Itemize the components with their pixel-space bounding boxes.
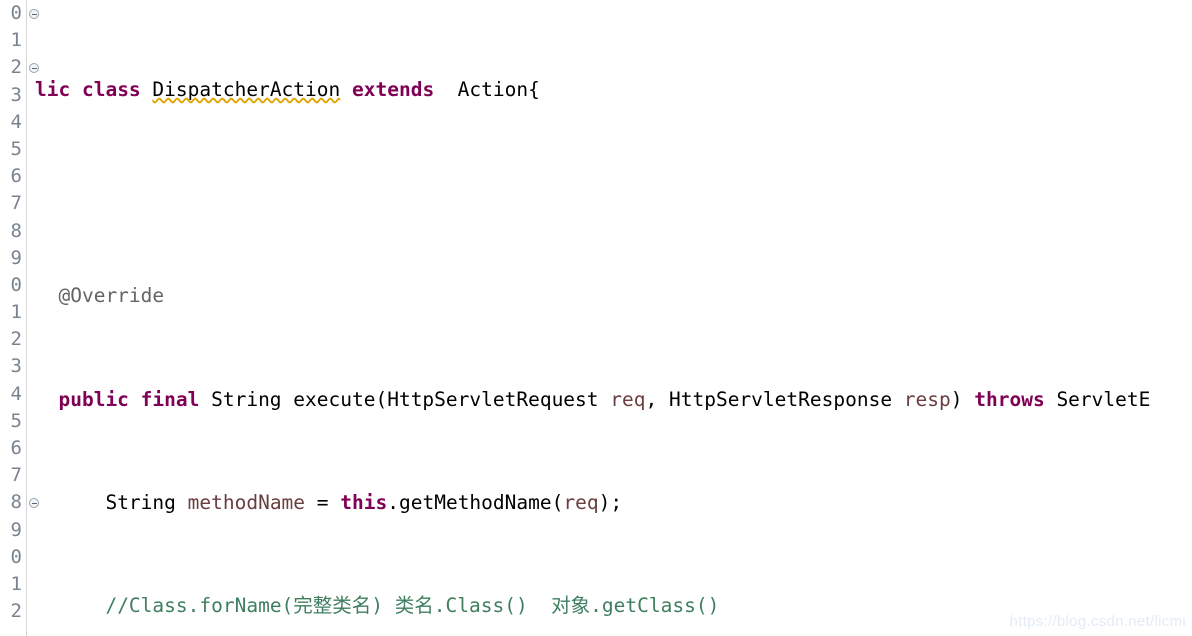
gutter-row[interactable]: 5 <box>0 136 26 163</box>
gutter-row[interactable]: 0 <box>0 0 39 27</box>
gutter-row[interactable]: 8 <box>0 218 26 245</box>
line-number-gutter[interactable]: 0 1 2 3 4 5 6 7 8 9 0 1 2 3 4 5 6 7 8 9 … <box>0 0 39 636</box>
code-line[interactable]: String methodName = this.getMethodName(r… <box>27 489 1192 516</box>
gutter-row[interactable]: 0 <box>0 272 26 299</box>
code-line[interactable]: //Class.forName(完整类名) 类名.Class() 对象.getC… <box>27 592 1192 619</box>
line-number: 6 <box>10 165 22 188</box>
gutter-row[interactable]: 9 <box>0 245 26 272</box>
token-annotation: @Override <box>58 284 165 308</box>
line-number: 2 <box>10 56 22 79</box>
token-keyword: throws <box>974 387 1045 411</box>
token-plain: ) <box>950 387 975 411</box>
fold-collapse-icon[interactable] <box>29 9 39 19</box>
token-plain: String execute(HttpServletRequest <box>211 387 611 411</box>
line-number: 1 <box>10 29 22 52</box>
gutter-row[interactable]: 3 <box>0 353 26 380</box>
line-number: 9 <box>10 246 22 269</box>
token-plain: ServletE <box>1044 387 1151 411</box>
line-number: 0 <box>10 2 22 24</box>
line-number: 2 <box>10 600 22 623</box>
line-number: 8 <box>10 219 22 242</box>
token-plain: , HttpServletResponse <box>645 387 904 411</box>
gutter-row[interactable]: 7 <box>0 462 26 489</box>
token-type-name: DispatcherAction <box>152 78 341 101</box>
gutter-row[interactable]: 4 <box>0 381 26 408</box>
gutter-row[interactable]: 4 <box>0 109 26 136</box>
code-line[interactable]: @Override <box>27 282 1192 309</box>
code-line[interactable] <box>27 179 1192 206</box>
line-number: 7 <box>10 192 22 215</box>
gutter-row[interactable]: 9 <box>0 517 26 544</box>
line-number: 5 <box>10 137 22 160</box>
gutter-row[interactable]: 6 <box>0 163 26 190</box>
code-line[interactable]: lic class DispatcherAction extends Actio… <box>27 76 1192 103</box>
gutter-row[interactable]: 3 <box>0 82 26 109</box>
gutter-row[interactable]: 2 <box>0 54 39 81</box>
gutter-row[interactable]: 5 <box>0 408 26 435</box>
line-number: 1 <box>10 301 22 324</box>
gutter-row[interactable]: 2 <box>0 326 26 353</box>
token-plain: Action{ <box>445 78 540 101</box>
gutter-row[interactable]: 8 <box>0 489 39 516</box>
token-comment: //Class.forName(完整类名) 类名.Class() 对象.getC… <box>105 593 720 617</box>
code-line[interactable]: public final String execute(HttpServletR… <box>27 386 1192 413</box>
token-keyword: this <box>340 490 388 514</box>
token-keyword: public final <box>58 387 212 411</box>
line-number: 1 <box>10 572 22 595</box>
token-parameter: resp <box>903 387 951 411</box>
gutter-row[interactable]: 2 <box>0 598 26 625</box>
line-number: 7 <box>10 464 22 487</box>
token-keyword: extends <box>340 78 446 101</box>
line-number: 0 <box>10 273 22 296</box>
line-number: 9 <box>10 518 22 541</box>
line-number: 6 <box>10 437 22 459</box>
gutter-row[interactable]: 6 <box>0 435 26 462</box>
token-parameter: req <box>563 490 599 514</box>
line-number: 3 <box>10 83 22 106</box>
gutter-row[interactable]: 1 <box>0 27 26 54</box>
token-keyword: lic <box>35 78 82 101</box>
gutter-row[interactable]: 0 <box>0 544 26 571</box>
token-variable: methodName <box>187 490 306 514</box>
token-keyword: class <box>81 78 153 101</box>
gutter-row[interactable]: 7 <box>0 190 26 217</box>
line-number: 8 <box>10 491 22 514</box>
code-editor[interactable]: 0 1 2 3 4 5 6 7 8 9 0 1 2 3 4 5 6 7 8 9 … <box>0 0 1192 636</box>
token-plain: ); <box>598 490 623 514</box>
gutter-row[interactable]: 1 <box>0 571 26 598</box>
token-plain: = <box>305 490 341 514</box>
line-number: 4 <box>10 382 22 405</box>
code-content[interactable]: lic class DispatcherAction extends Actio… <box>27 0 1192 636</box>
token-plain: .getMethodName( <box>387 490 564 514</box>
line-number: 0 <box>10 545 22 568</box>
line-number: 5 <box>10 409 22 432</box>
gutter-row[interactable]: 1 <box>0 299 26 326</box>
token-plain: String <box>105 490 188 514</box>
token-parameter: req <box>610 387 646 411</box>
line-number: 3 <box>10 355 22 378</box>
line-number: 2 <box>10 328 22 351</box>
line-number: 4 <box>10 110 22 133</box>
